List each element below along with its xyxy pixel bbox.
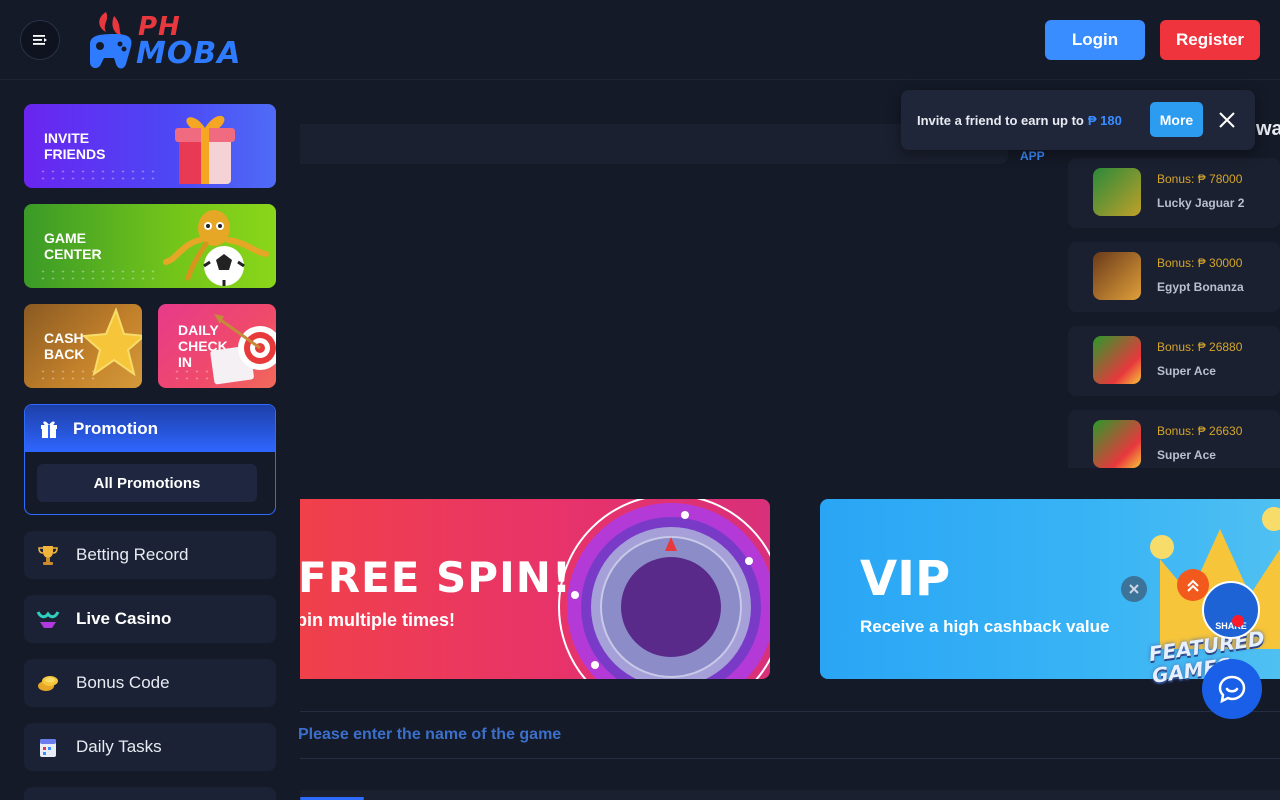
list-item[interactable]: Bonus: ₱ 30000 Egypt Bonanza [1068,242,1280,312]
daily-check-in-card[interactable]: DAILY CHECK IN [158,304,276,388]
sidebar-item-partial[interactable] [24,787,276,800]
game-center-label: GAME CENTER [44,230,102,262]
star-icon [81,307,142,377]
game-name: Lucky Jaguar 2 [1157,196,1245,210]
invite-toast: Invite a friend to earn up to ₱ 180 More [901,90,1255,150]
category-tabs-row [300,790,1280,800]
spin-wheel-icon [558,499,770,679]
game-thumbnail [1093,336,1141,384]
sidebar-item-daily-tasks[interactable]: Daily Tasks [24,723,276,771]
register-button[interactable]: Register [1160,20,1260,60]
cash-back-card[interactable]: CASH BACK [24,304,142,388]
invite-friends-label: INVITE FRIENDS [44,130,106,162]
share-button[interactable]: SHARE [1202,581,1260,639]
promotion-title: Promotion [73,418,158,438]
all-promotions-button[interactable]: All Promotions [37,464,257,502]
game-name: Egypt Bonanza [1157,280,1244,294]
promotion-header[interactable]: Promotion [25,405,275,452]
logo-text-moba: MOBA [136,36,242,71]
target-arrow-icon [210,314,276,385]
vip-subtitle: Receive a high cashback value [860,617,1110,636]
game-thumbnail [1093,168,1141,216]
sidebar-item-label: Live Casino [76,609,172,628]
close-icon[interactable] [1215,108,1239,132]
free-spin-banner[interactable]: FREE SPIN! pin multiple times! [300,499,770,679]
octopus-soccer-icon [163,210,269,286]
chat-bubble-icon [1218,675,1246,704]
bonus-amount: Bonus: ₱ 30000 [1157,256,1243,270]
dots-decoration [38,268,158,282]
toast-amount: ₱ 180 [1087,112,1122,128]
top-bar: PH MOBA Login Register [0,0,1280,80]
coins-icon [36,671,60,695]
calendar-icon [36,735,60,759]
close-icon[interactable] [1121,576,1147,602]
game-search-bar [298,711,1280,759]
toast-message: Invite a friend to earn up to [917,112,1084,128]
trophy-icon [36,543,60,567]
game-search-input[interactable] [298,712,998,758]
double-chevron-up-icon [1187,579,1199,592]
game-thumbnail [1093,252,1141,300]
app-download-label[interactable]: APP [1020,149,1045,163]
toast-more-button[interactable]: More [1150,102,1203,137]
sidebar-item-bonus-code[interactable]: Bonus Code [24,659,276,707]
sidebar-item-live-casino[interactable]: Live Casino [24,595,276,643]
gift-icon [41,421,57,438]
bonus-amount: Bonus: ₱ 78000 [1157,172,1243,186]
bonus-amount: Bonus: ₱ 26630 [1157,424,1243,438]
menu-toggle-button[interactable] [20,20,60,60]
game-thumbnail [1093,420,1141,468]
sidebar-item-label: Daily Tasks [76,737,162,756]
live-chat-button[interactable] [1202,659,1262,719]
site-logo[interactable]: PH MOBA [84,10,254,72]
login-button[interactable]: Login [1045,20,1145,60]
bonus-amount: Bonus: ₱ 26880 [1157,340,1243,354]
dots-decoration [38,168,158,182]
menu-icon [33,35,47,45]
free-spin-subtitle: pin multiple times! [300,610,456,630]
recent-wins-title: wa [1256,118,1280,140]
notification-dot [1232,615,1244,627]
bikini-icon [36,607,60,631]
gift-box-icon [175,115,235,184]
flame-gamepad-icon [90,12,132,69]
sidebar-item-label: Bonus Code [76,673,170,692]
game-center-card[interactable]: GAME CENTER [24,204,276,288]
sidebar-item-betting-record[interactable]: Betting Record [24,531,276,579]
vip-title: VIP [860,551,951,607]
list-item[interactable]: Bonus: ₱ 26880 Super Ace [1068,326,1280,396]
sidebar: INVITE FRIENDS GAME CENTER CASH BACK DAI… [0,81,300,800]
promotion-section: Promotion All Promotions [24,404,276,515]
list-item[interactable]: Bonus: ₱ 78000 Lucky Jaguar 2 [1068,158,1280,228]
game-name: Super Ace [1157,448,1216,462]
game-name: Super Ace [1157,364,1216,378]
free-spin-title: FREE SPIN! [300,553,572,602]
recent-wins-panel: wa Bonus: ₱ 78000 Lucky Jaguar 2 Bonus: … [1068,108,1280,468]
sidebar-item-label: Betting Record [76,545,189,564]
list-item[interactable]: Bonus: ₱ 26630 Super Ace [1068,410,1280,468]
invite-friends-card[interactable]: INVITE FRIENDS [24,104,276,188]
